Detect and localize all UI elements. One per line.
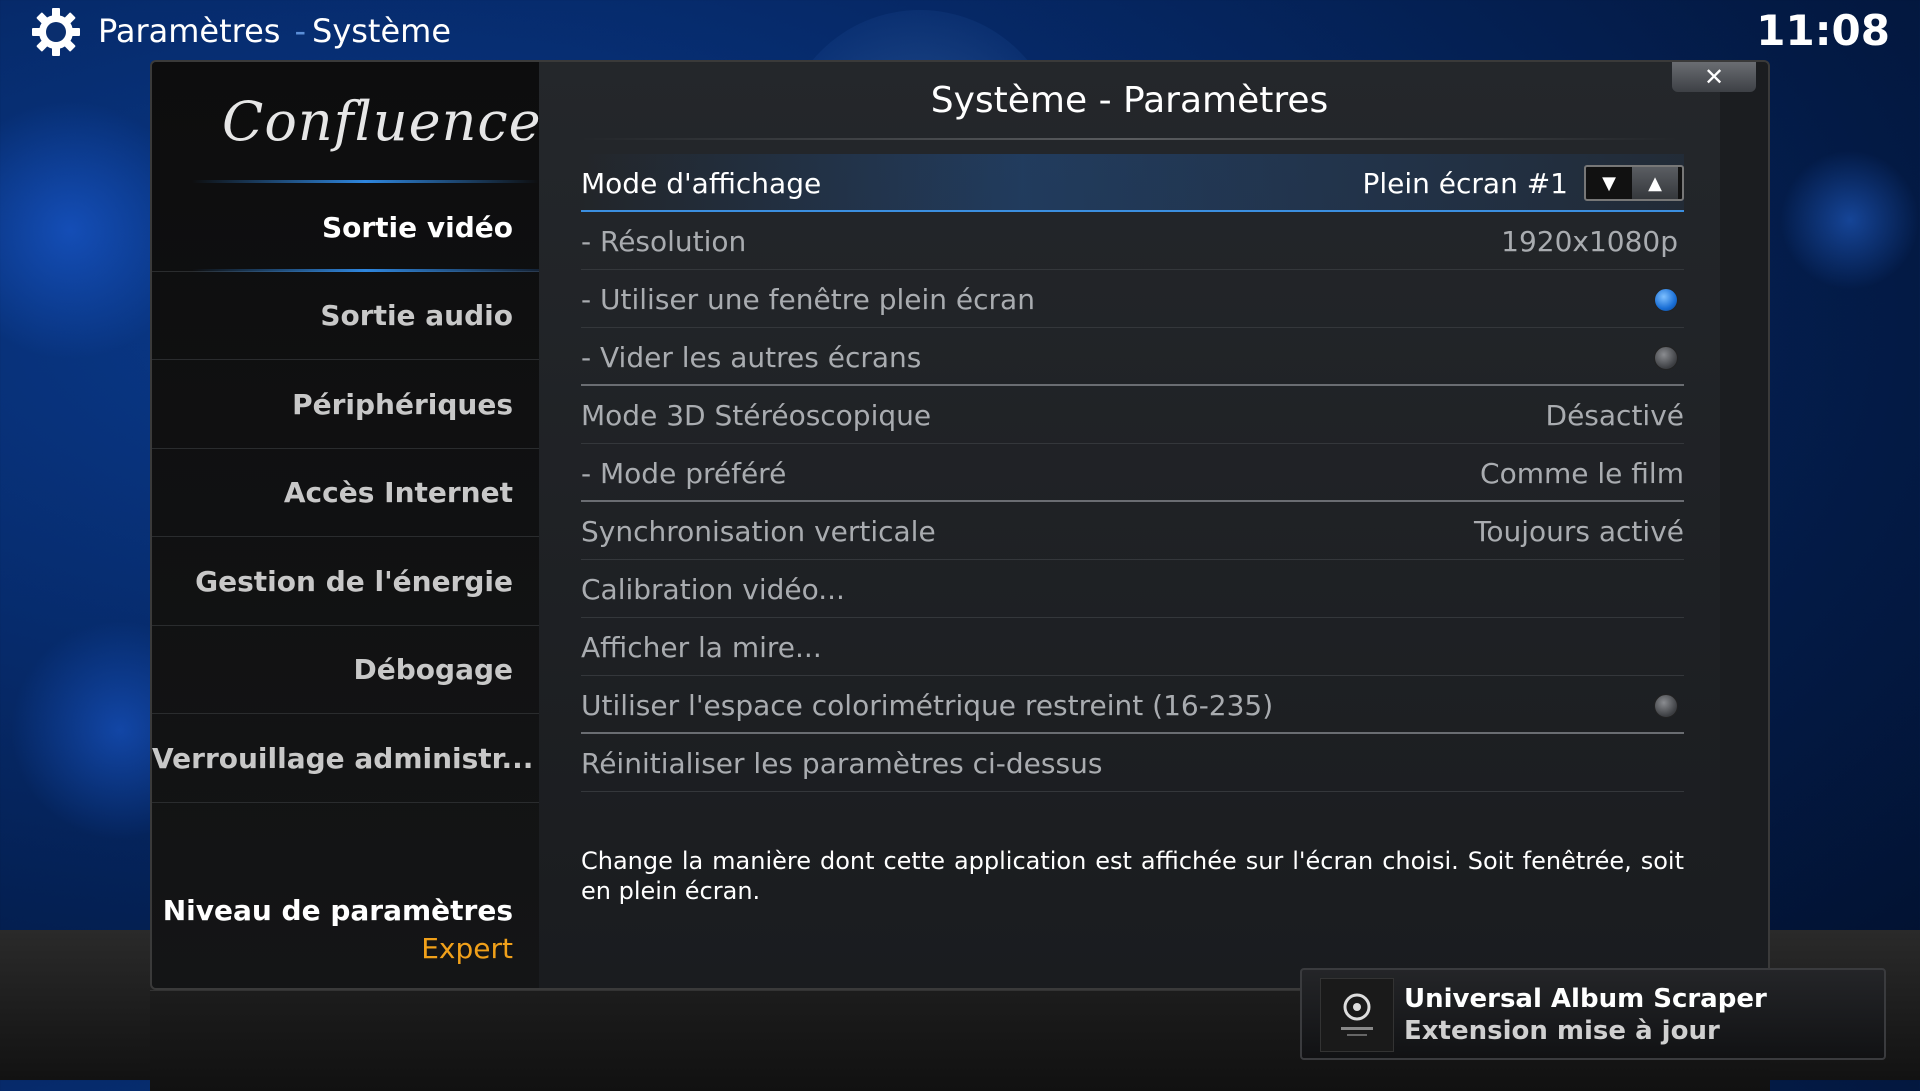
close-button[interactable]: ✕ [1672, 62, 1756, 92]
setting-value: 1920x1080p [1501, 225, 1678, 258]
setting-label: Calibration vidéo... [581, 573, 845, 606]
setting-value: Désactivé [1545, 399, 1684, 432]
sidebar: Confluence Sortie vidéo Sortie audio Pér… [152, 62, 542, 988]
setting-row-test-pattern[interactable]: Afficher la mire... [581, 618, 1684, 676]
setting-value: Comme le film [1480, 457, 1684, 490]
setting-row-vsync[interactable]: Synchronisation verticale Toujours activ… [581, 502, 1684, 560]
setting-label: - Utiliser une fenêtre plein écran [581, 283, 1035, 316]
radio-toggle-on[interactable] [1654, 288, 1678, 312]
display-mode-spinner[interactable]: ▼ ▲ [1584, 165, 1684, 201]
breadcrumb-page: Système [312, 12, 452, 50]
sidebar-item-sortie-video[interactable]: Sortie vidéo [152, 184, 539, 272]
setting-label: Mode 3D Stéréoscopique [581, 399, 932, 432]
sidebar-item-label: Verrouillage administr... [152, 742, 534, 775]
gear-icon [32, 8, 80, 56]
breadcrumb-section: Paramètres [98, 12, 281, 50]
sidebar-item-label: Sortie vidéo [321, 211, 513, 244]
setting-row-blank-screens[interactable]: - Vider les autres écrans [581, 328, 1684, 386]
sidebar-item-gestion-energie[interactable]: Gestion de l'énergie [152, 538, 539, 626]
clock: 11:08 [1756, 6, 1890, 55]
addon-icon [1320, 978, 1394, 1052]
radio-toggle-off[interactable] [1654, 346, 1678, 370]
setting-label: Mode d'affichage [581, 167, 822, 200]
setting-description: Change la manière dont cette application… [581, 847, 1684, 905]
sidebar-item-label: Accès Internet [283, 476, 513, 509]
skin-logo: Confluence [222, 90, 542, 153]
arrow-up-icon[interactable]: ▲ [1632, 167, 1678, 199]
close-icon: ✕ [1703, 63, 1725, 91]
dialog-title: Système - Paramètres [930, 80, 1329, 121]
setting-label: Utiliser l'espace colorimétrique restrei… [581, 689, 1274, 722]
radio-toggle-off[interactable] [1654, 694, 1678, 718]
sidebar-item-sortie-audio[interactable]: Sortie audio [152, 272, 539, 360]
sidebar-item-debogage[interactable]: Débogage [152, 626, 539, 714]
setting-row-preferred-mode[interactable]: - Mode préféré Comme le film [581, 444, 1684, 502]
setting-label: - Mode préféré [581, 457, 787, 490]
setting-label: Réinitialiser les paramètres ci-dessus [581, 747, 1103, 780]
settings-content: Système - Paramètres ✕ Mode d'affichage … [539, 62, 1756, 988]
setting-row-fullscreen-window[interactable]: - Utiliser une fenêtre plein écran [581, 270, 1684, 328]
sidebar-item-verrouillage[interactable]: Verrouillage administr... [152, 715, 539, 803]
setting-label: Synchronisation verticale [581, 515, 936, 548]
setting-label: Afficher la mire... [581, 631, 822, 664]
setting-row-resolution[interactable]: - Résolution 1920x1080p [581, 212, 1684, 270]
title-divider [579, 138, 1680, 140]
settings-level-button[interactable]: Niveau de paramètres [163, 894, 513, 927]
toast-title: Universal Album Scraper [1404, 984, 1767, 1014]
sidebar-divider [192, 180, 539, 183]
setting-row-limited-color-range[interactable]: Utiliser l'espace colorimétrique restrei… [581, 676, 1684, 734]
sidebar-item-label: Gestion de l'énergie [195, 565, 513, 598]
settings-list: Mode d'affichage Plein écran #1 ▼ ▲ - Ré… [581, 154, 1684, 792]
setting-row-video-calibration[interactable]: Calibration vidéo... [581, 560, 1684, 618]
notification-toast: Universal Album Scraper Extension mise à… [1300, 968, 1886, 1060]
background-bokeh [1780, 150, 1920, 290]
setting-label: - Vider les autres écrans [581, 341, 922, 374]
sidebar-item-label: Débogage [353, 653, 513, 686]
sidebar-item-acces-internet[interactable]: Accès Internet [152, 449, 539, 537]
breadcrumb-separator: - [294, 12, 306, 50]
setting-row-stereo-3d[interactable]: Mode 3D Stéréoscopique Désactivé [581, 386, 1684, 444]
sidebar-item-peripheriques[interactable]: Périphériques [152, 361, 539, 449]
breadcrumb: Paramètres - Système [98, 12, 451, 50]
toast-subtitle: Extension mise à jour [1404, 1016, 1720, 1046]
sidebar-item-label: Périphériques [292, 388, 513, 421]
settings-window: Confluence Sortie vidéo Sortie audio Pér… [150, 60, 1770, 990]
setting-row-display-mode[interactable]: Mode d'affichage Plein écran #1 ▼ ▲ [581, 154, 1684, 212]
setting-row-reset[interactable]: Réinitialiser les paramètres ci-dessus [581, 734, 1684, 792]
sidebar-item-label: Sortie audio [320, 299, 513, 332]
settings-level-value: Expert [421, 932, 513, 965]
setting-value: Plein écran #1 [1362, 167, 1568, 200]
setting-value: Toujours activé [1474, 515, 1684, 548]
setting-label: - Résolution [581, 225, 747, 258]
arrow-down-icon[interactable]: ▼ [1586, 167, 1632, 199]
